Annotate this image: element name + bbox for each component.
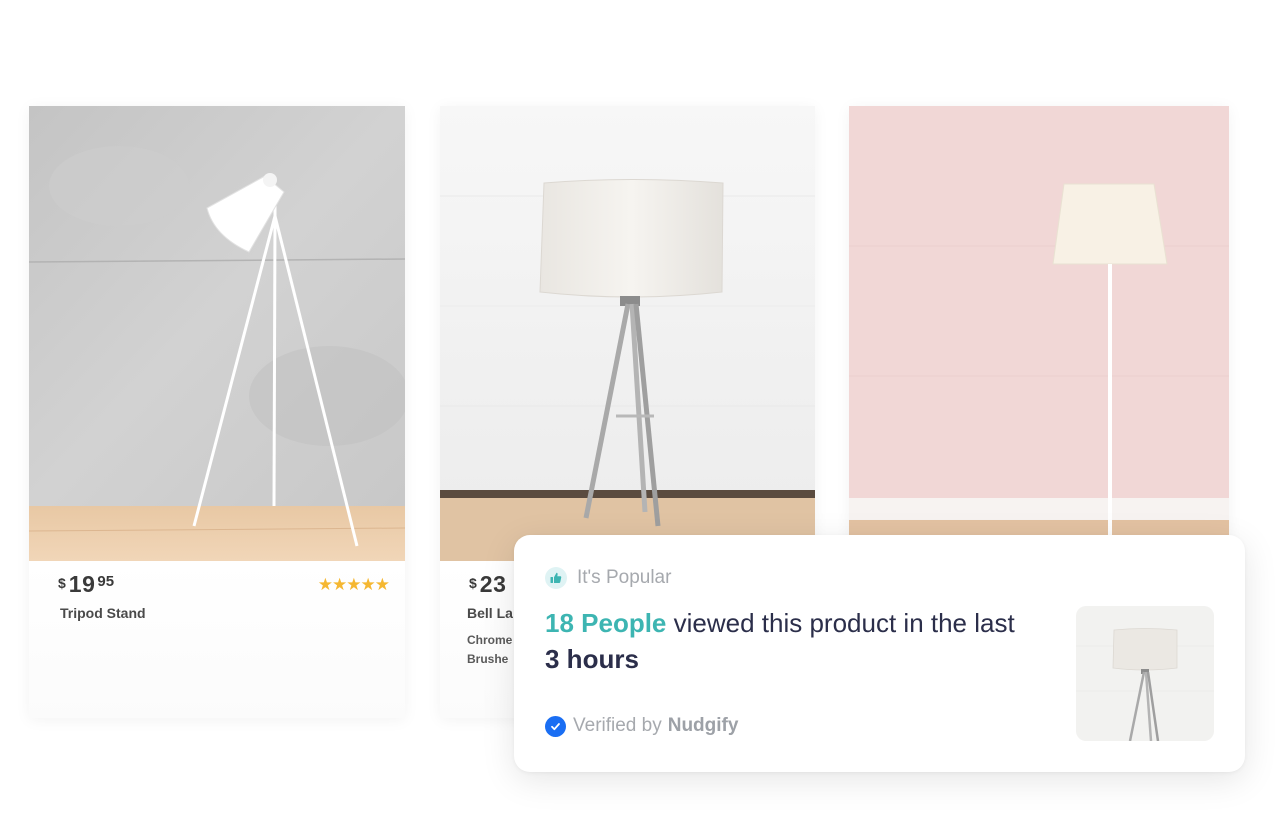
popup-product-thumbnail[interactable] (1076, 606, 1214, 741)
product-name[interactable]: Tripod Stand (60, 605, 146, 621)
popup-message-text: viewed this product in the last (666, 608, 1015, 638)
product-price: $23 (469, 571, 506, 598)
product-info-tripod: $19 95 Tripod Stand ★★★★★ (29, 561, 405, 718)
verified-line: Verified by Nudgify (545, 715, 738, 737)
thumbs-up-icon (545, 567, 567, 589)
product-image-tripod-lamp[interactable] (29, 106, 405, 561)
price-cents: 95 (97, 573, 115, 590)
price-integer: 19 (68, 571, 96, 597)
product-description-line: Brushe (467, 652, 509, 666)
price-currency: $ (58, 575, 66, 591)
product-card-tripod[interactable]: $19 95 Tripod Stand ★★★★★ (29, 106, 405, 718)
price-integer: 23 (479, 571, 507, 597)
popup-label: It's Popular (577, 567, 672, 588)
product-image-floor-lamp[interactable] (849, 106, 1229, 561)
popup-header: It's Popular (545, 567, 671, 589)
star-rating-icon: ★★★★★ (317, 575, 390, 594)
product-name[interactable]: Bell La (467, 605, 513, 621)
popup-people-count: 18 People (545, 608, 667, 638)
price-currency: $ (469, 575, 477, 591)
product-description: Chrome Brushe (467, 631, 512, 669)
verified-brand[interactable]: Nudgify (668, 715, 739, 737)
verified-prefix: Verified by (573, 715, 662, 736)
social-proof-popup[interactable]: It's Popular 18 People viewed this produ… (514, 535, 1245, 772)
verified-check-icon (545, 715, 566, 737)
product-image-bell-lamp[interactable] (440, 106, 815, 561)
product-description-line: Chrome (467, 633, 513, 647)
popup-message: 18 People viewed this product in the las… (545, 605, 1015, 677)
product-price: $19 95 (58, 571, 114, 598)
popup-time-window: 3 hours (545, 644, 639, 674)
